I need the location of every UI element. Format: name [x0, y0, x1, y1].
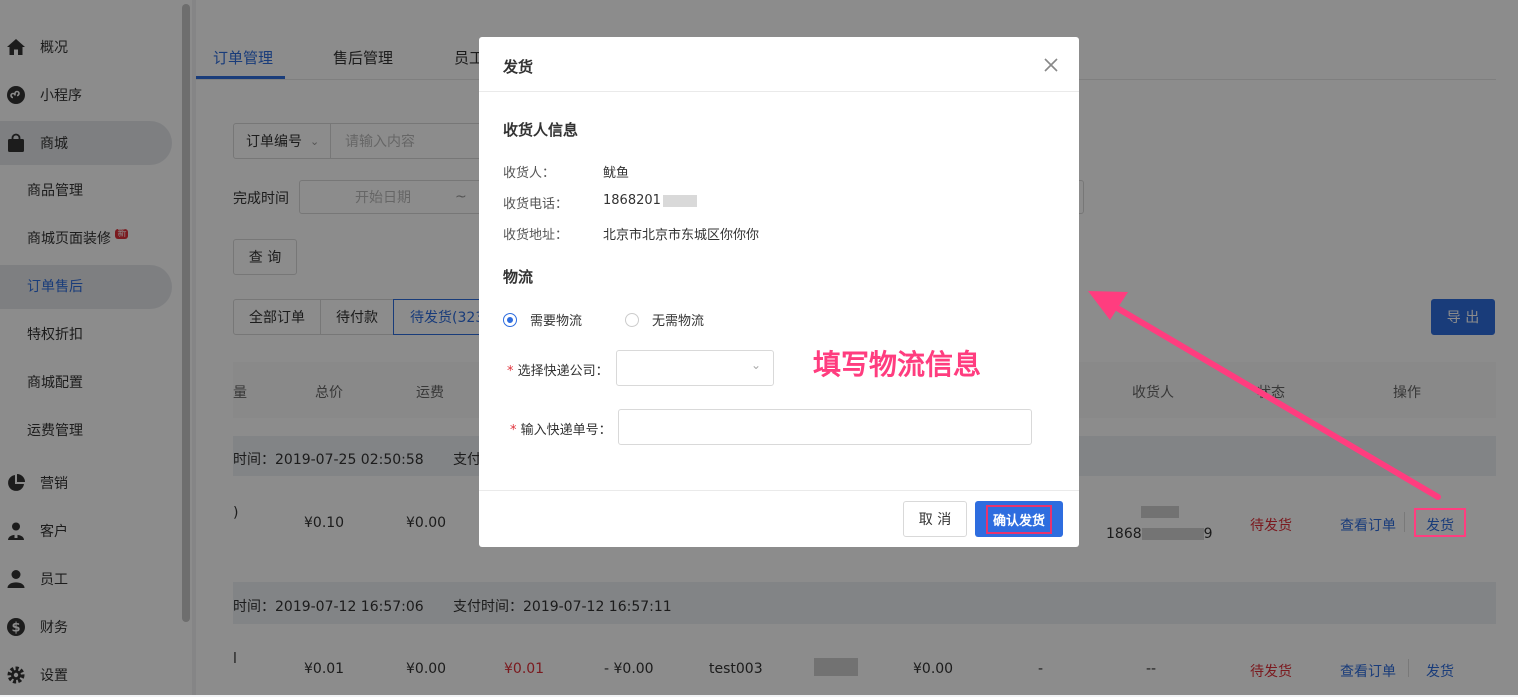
dialog-header-divider: [479, 91, 1079, 92]
tracking-label: * 输入快递单号：: [510, 423, 612, 438]
receiver-label: 收货人：: [503, 166, 556, 181]
company-label: * 选择快递公司：: [507, 364, 609, 379]
dialog-title: 发货: [503, 58, 534, 76]
address-label: 收货地址：: [503, 228, 569, 243]
dialog-footer-divider: [479, 490, 1079, 491]
radio-checked-icon: [503, 312, 517, 327]
phone-label: 收货电话：: [503, 197, 569, 212]
annotation-text: 填写物流信息: [813, 348, 982, 381]
radio-unchecked-icon: [625, 312, 639, 327]
close-icon[interactable]: [1039, 53, 1063, 77]
receiver-section-title: 收货人信息: [503, 121, 579, 139]
ship-dialog: 发货 收货人信息 收货人： 鱿鱼 收货电话： 1868201 收货地址： 北京市…: [479, 37, 1079, 547]
logistics-section-title: 物流: [503, 268, 534, 286]
blurred-digits: [662, 194, 697, 207]
phone-value: 1868201: [603, 193, 697, 208]
tracking-number-input[interactable]: [618, 409, 1032, 445]
confirm-ship-button[interactable]: 确认发货: [975, 501, 1063, 537]
courier-company-select[interactable]: ⌄: [616, 350, 774, 386]
address-value: 北京市北京市东城区你你你: [603, 228, 760, 243]
highlight-box: [1414, 508, 1466, 537]
radio-no-logistics[interactable]: 无需物流: [625, 310, 704, 329]
chevron-down-icon: ⌄: [750, 358, 761, 372]
cancel-button[interactable]: 取 消: [903, 501, 967, 537]
receiver-value: 鱿鱼: [603, 166, 630, 181]
radio-need-logistics[interactable]: 需要物流: [503, 310, 582, 329]
